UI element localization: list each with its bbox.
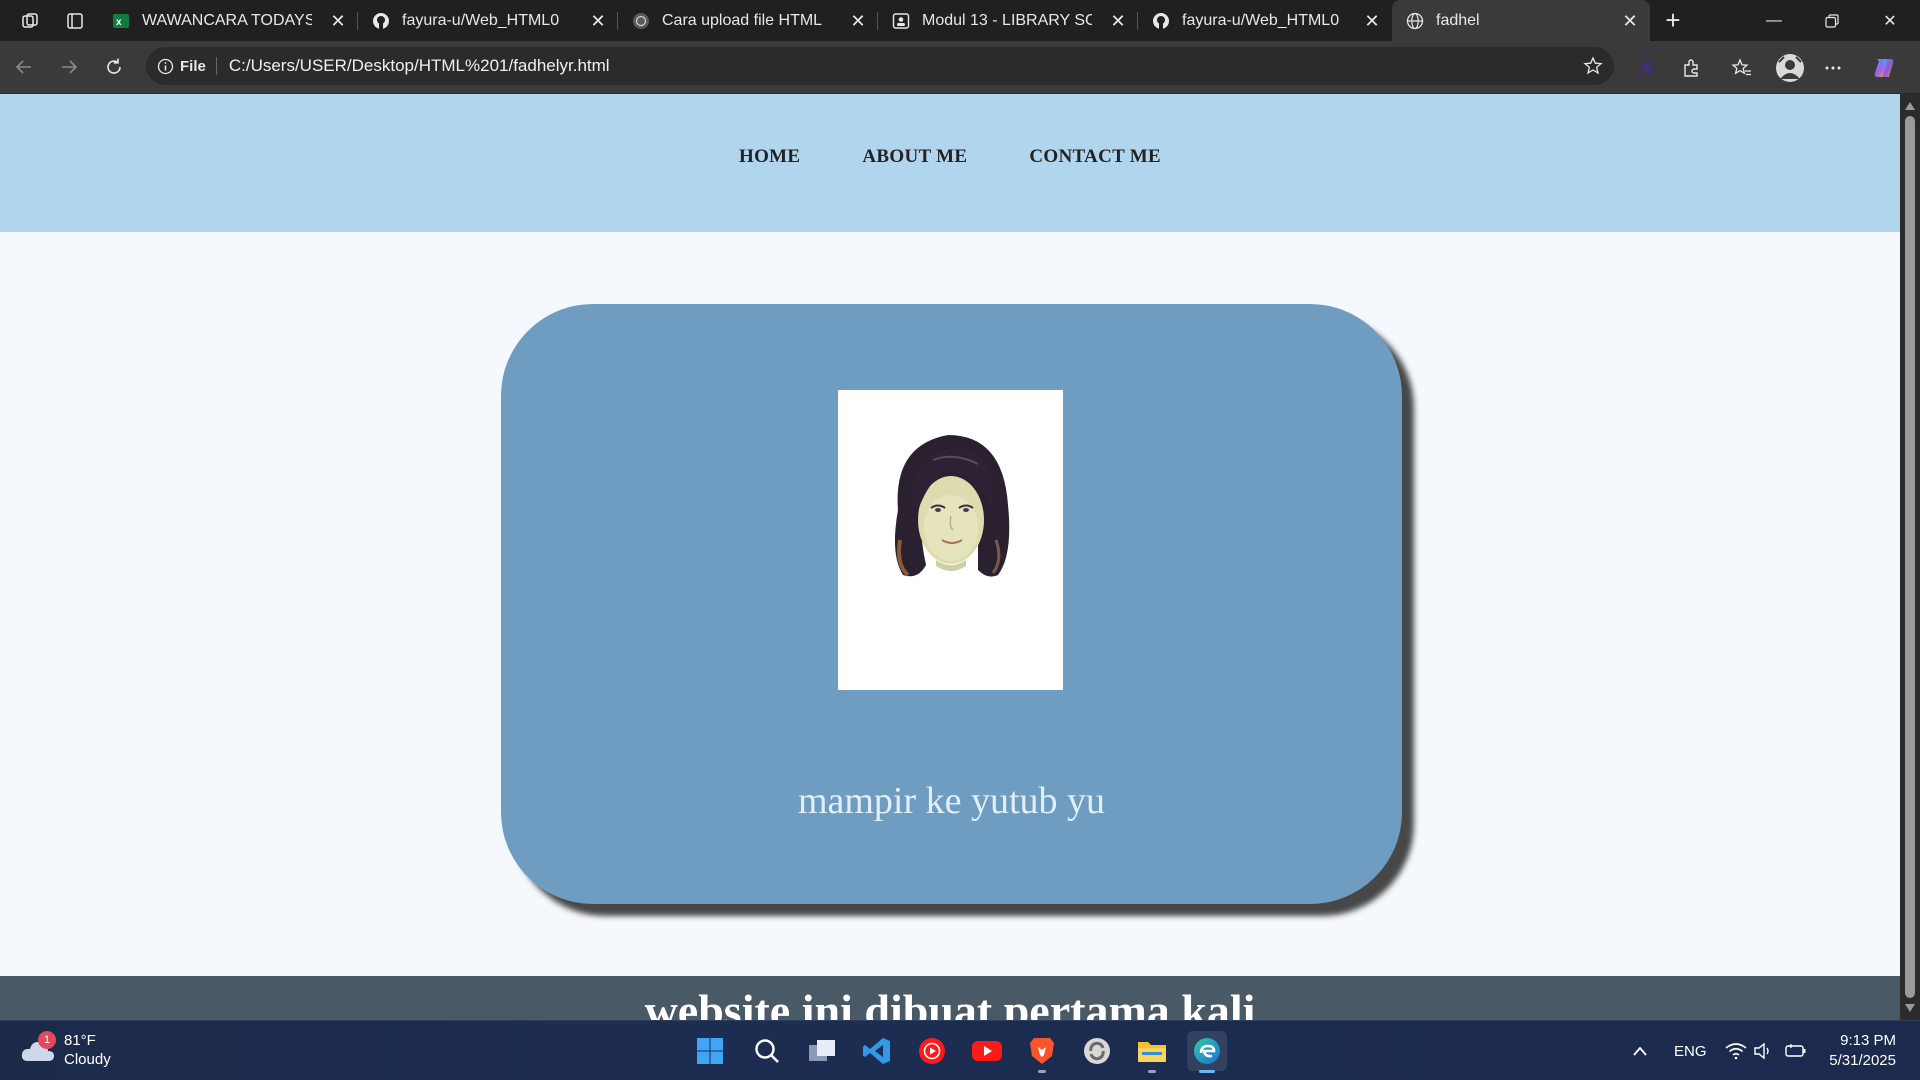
close-icon[interactable]: ✕	[588, 11, 608, 31]
footer-text: website ini dibuat pertama kali	[644, 985, 1256, 1020]
favorites-icon[interactable]	[1727, 53, 1757, 83]
svg-text:N: N	[1638, 58, 1655, 79]
card-caption: mampir ke yutub yu	[797, 780, 1106, 822]
wifi-icon[interactable]	[1725, 1021, 1747, 1080]
arrow-right-icon	[62, 60, 78, 74]
github-icon	[372, 12, 390, 30]
divider	[215, 57, 217, 75]
file-explorer-icon[interactable]	[1132, 1031, 1172, 1073]
weather-temp: 81°F	[64, 1032, 96, 1049]
refresh-icon	[107, 58, 121, 74]
page-viewport: HOME ABOUT ME CONTACT ME mampir ke yutub…	[0, 94, 1900, 1020]
scroll-down-icon[interactable]	[1904, 1002, 1916, 1014]
volume-icon[interactable]	[1753, 1021, 1773, 1080]
close-icon[interactable]: ✕	[1108, 11, 1128, 31]
tab-1[interactable]: x WAWANCARA TODAYS 202 ✕	[98, 0, 358, 41]
more-options-icon[interactable]	[1818, 53, 1848, 83]
weather-badge: 1	[38, 1031, 56, 1049]
file-scheme-label: File	[180, 57, 206, 75]
tab-title: Modul 13 - LIBRARY SCIKIT	[922, 11, 1092, 29]
svg-text:x: x	[116, 17, 122, 28]
arrow-left-icon	[15, 60, 31, 74]
edge-icon[interactable]	[1187, 1031, 1227, 1073]
task-view-icon[interactable]	[802, 1031, 842, 1071]
new-tab-button[interactable]: +	[1658, 5, 1688, 35]
start-icon[interactable]	[690, 1031, 730, 1071]
github-icon	[1152, 12, 1170, 30]
excel-icon: x	[112, 12, 130, 30]
close-icon[interactable]: ✕	[848, 11, 868, 31]
clock-time: 9:13 PM	[1840, 1032, 1896, 1049]
windows-taskbar: 1 81°F Cloudy ENG 9:13 PM 5/31/2025	[0, 1020, 1920, 1080]
clock-date: 5/31/2025	[1829, 1052, 1896, 1069]
extensions-icon[interactable]	[1677, 53, 1707, 83]
forward-button[interactable]	[53, 51, 85, 83]
tab-2[interactable]: fayura-u/Web_HTML0 ✕	[358, 0, 618, 41]
vscode-icon[interactable]	[857, 1031, 897, 1071]
nav-about-link[interactable]: ABOUT ME	[862, 146, 967, 168]
tab-title: fayura-u/Web_HTML0	[402, 11, 560, 29]
onenote-icon[interactable]: N	[1632, 53, 1662, 83]
restore-button[interactable]	[1804, 0, 1860, 41]
battery-icon[interactable]	[1785, 1021, 1807, 1080]
copilot-app-icon[interactable]	[1077, 1031, 1117, 1071]
refresh-button[interactable]	[98, 51, 130, 83]
document-icon	[892, 12, 910, 30]
youtube-music-icon[interactable]	[912, 1031, 952, 1071]
tab-5[interactable]: fayura-u/Web_HTML0 ✕	[1138, 0, 1392, 41]
youtube-icon[interactable]	[967, 1031, 1007, 1071]
profile-card: mampir ke yutub yu	[501, 304, 1402, 904]
copilot-icon[interactable]	[1869, 53, 1899, 83]
browser-tab-strip: x WAWANCARA TODAYS 202 ✕ fayura-u/Web_HT…	[0, 0, 1920, 41]
tab-title: fayura-u/Web_HTML0	[1182, 11, 1340, 29]
page-scrollbar[interactable]	[1900, 94, 1920, 1020]
close-icon[interactable]: ✕	[328, 11, 348, 31]
minimize-button[interactable]: —	[1746, 0, 1802, 41]
nav-home-link[interactable]: HOME	[739, 146, 800, 168]
address-bar[interactable]: File C:/Users/USER/Desktop/HTML%201/fadh…	[146, 47, 1614, 85]
close-window-button[interactable]: ✕	[1862, 0, 1918, 41]
tab-actions-icon[interactable]	[60, 6, 90, 36]
weather-widget[interactable]: 1 81°F Cloudy	[20, 1031, 111, 1069]
url-text[interactable]: C:/Users/USER/Desktop/HTML%201/fadhelyr.…	[229, 56, 610, 76]
cloud-icon: 1	[20, 1031, 56, 1065]
system-clock[interactable]: 9:13 PM 5/31/2025	[1824, 1031, 1896, 1071]
active-app-indicator	[1199, 1070, 1215, 1073]
close-icon[interactable]: ✕	[1362, 11, 1382, 31]
language-indicator[interactable]: ENG	[1674, 1021, 1707, 1080]
globe-icon	[1406, 12, 1424, 30]
running-indicator	[1038, 1070, 1046, 1073]
scrollbar-thumb[interactable]	[1905, 116, 1915, 998]
tab-title: fadhel	[1436, 11, 1480, 29]
tab-6-active[interactable]: fadhel ✕	[1392, 0, 1650, 41]
close-icon[interactable]: ✕	[1620, 11, 1640, 31]
tab-3[interactable]: Cara upload file HTML ✕	[618, 0, 878, 41]
workspaces-icon[interactable]	[15, 6, 45, 36]
back-button[interactable]	[8, 51, 40, 83]
browser-toolbar: File C:/Users/USER/Desktop/HTML%201/fadh…	[0, 41, 1920, 94]
chatgpt-icon	[632, 12, 650, 30]
show-hidden-icons[interactable]	[1632, 1021, 1648, 1080]
scroll-up-icon[interactable]	[1904, 100, 1916, 112]
tab-4[interactable]: Modul 13 - LIBRARY SCIKIT ✕	[878, 0, 1138, 41]
running-indicator	[1148, 1070, 1156, 1073]
brave-icon[interactable]	[1022, 1031, 1062, 1073]
favorite-star-icon[interactable]	[1582, 55, 1604, 77]
profile-photo	[838, 390, 1063, 690]
tab-title: Cara upload file HTML	[662, 11, 823, 29]
search-icon[interactable]	[747, 1031, 787, 1071]
tab-title: WAWANCARA TODAYS 202	[142, 11, 312, 29]
chevron-up-icon	[1633, 1046, 1647, 1056]
info-icon[interactable]	[156, 57, 174, 75]
profile-avatar[interactable]	[1773, 51, 1807, 85]
nav-contact-link[interactable]: CONTACT ME	[1029, 146, 1161, 168]
site-navbar: HOME ABOUT ME CONTACT ME	[0, 94, 1900, 232]
restore-icon	[1825, 13, 1839, 28]
site-footer: website ini dibuat pertama kali	[0, 976, 1900, 1020]
weather-condition: Cloudy	[64, 1051, 111, 1068]
